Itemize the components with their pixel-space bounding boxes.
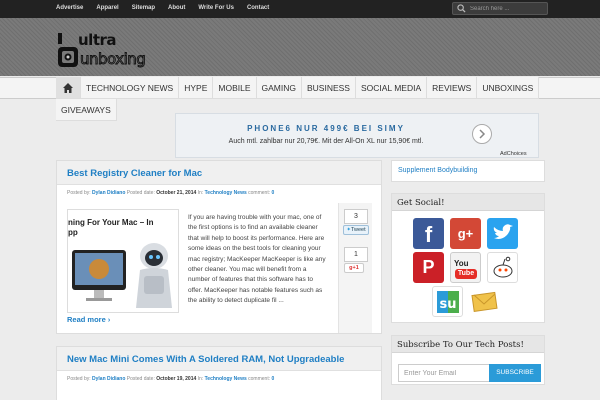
nav-gaming[interactable]: GAMING <box>256 77 302 99</box>
post-title[interactable]: New Mac Mini Comes With A Soldered RAM, … <box>67 354 344 365</box>
logo-text-bottom: unboxing <box>80 50 145 68</box>
post-meta: Posted by: Dylan Didiano Posted date: Oc… <box>67 190 274 196</box>
top-link-apparel[interactable]: Apparel <box>96 5 118 11</box>
mackeeper-illustration <box>72 243 172 308</box>
post-card: Best Registry Cleaner for Mac Posted by:… <box>56 160 382 334</box>
home-icon <box>63 82 73 93</box>
posted-by-label: Posted by: <box>67 376 91 382</box>
post-author[interactable]: Dylan Didiano <box>92 376 125 382</box>
post-meta: Posted by: Dylan Didiano Posted date: Oc… <box>67 376 274 382</box>
widget-header: Get Social! <box>392 194 544 211</box>
email-field[interactable] <box>398 364 490 382</box>
share-column: 3 ✦Tweet 1 g+1 <box>338 203 372 333</box>
comment-count[interactable]: 0 <box>271 376 274 382</box>
read-more-link[interactable]: Read more › <box>67 315 110 324</box>
post-category[interactable]: Technology News <box>205 376 247 382</box>
top-link-about[interactable]: About <box>168 5 185 11</box>
post-thumbnail[interactable]: ning For Your Mac – In pp <box>67 209 179 313</box>
post-date: October 21, 2014 <box>156 190 197 196</box>
post-title[interactable]: Best Registry Cleaner for Mac <box>67 168 202 179</box>
top-link-write-for-us[interactable]: Write For Us <box>198 5 234 11</box>
top-link-advertise[interactable]: Advertise <box>56 5 83 11</box>
comment-label: comment: <box>248 190 271 196</box>
ad-headline: PHONE6 NUR 499€ BEI SIMY <box>247 124 405 133</box>
post-category[interactable]: Technology News <box>205 190 247 196</box>
sidebar-link[interactable]: Supplement Bodybuilding <box>398 167 477 174</box>
nav-giveaways[interactable]: GIVEAWAYS <box>56 99 117 121</box>
top-bar: Advertise Apparel Sitemap About Write Fo… <box>0 0 600 18</box>
sidebar-link-box: Supplement Bodybuilding <box>391 160 545 182</box>
svg-text:su: su <box>440 297 457 312</box>
stumbleupon-logo-icon: su <box>437 291 459 313</box>
widget-title: Subscribe To Our Tech Posts! <box>397 340 524 350</box>
category-label: In: <box>197 190 204 196</box>
posted-date-label: Posted date: <box>126 376 155 382</box>
top-link-contact[interactable]: Contact <box>247 5 269 11</box>
top-link-sitemap[interactable]: Sitemap <box>132 5 155 11</box>
comment-count[interactable]: 0 <box>271 190 274 196</box>
site-header: ultra unboxing <box>0 18 600 76</box>
post-excerpt: If you are having trouble with your mac,… <box>188 214 326 305</box>
twitter-bird-icon <box>493 224 513 239</box>
nav-hype[interactable]: HYPE <box>179 77 214 99</box>
reddit-icon[interactable] <box>487 252 518 283</box>
logo-text-top: ultra <box>78 31 116 49</box>
envelope-icon <box>471 291 498 313</box>
search-input[interactable] <box>470 4 546 14</box>
post-title-bar: Best Registry Cleaner for Mac <box>57 161 381 185</box>
chevron-right-icon: › <box>107 317 111 324</box>
gplus-button[interactable]: g+1 <box>344 263 364 273</box>
nav-social-media[interactable]: SOCIAL MEDIA <box>355 77 428 99</box>
nav-business[interactable]: BUSINESS <box>301 77 356 99</box>
nav-technology-news[interactable]: TECHNOLOGY NEWS <box>81 77 180 99</box>
pinterest-icon[interactable]: P <box>413 252 444 283</box>
top-links: Advertise Apparel Sitemap About Write Fo… <box>56 5 269 11</box>
ad-banner[interactable]: PHONE6 NUR 499€ BEI SIMY Auch mtl. zahlb… <box>175 113 539 158</box>
widget-header: Subscribe To Our Tech Posts! <box>392 336 544 353</box>
post-title-bar: New Mac Mini Comes With A Soldered RAM, … <box>57 347 381 371</box>
tweet-count: 3 <box>344 209 368 224</box>
category-label: In: <box>197 376 204 382</box>
post-author[interactable]: Dylan Didiano <box>92 190 125 196</box>
email-icon[interactable] <box>469 286 500 317</box>
nav-mobile[interactable]: MOBILE <box>213 77 257 99</box>
post-card: New Mac Mini Comes With A Soldered RAM, … <box>56 346 382 400</box>
subscribe-widget: Subscribe To Our Tech Posts! SUBSCRIBE <box>391 335 545 385</box>
adchoices-label[interactable]: AdChoices <box>500 151 527 157</box>
widget-title: Get Social! <box>397 198 445 208</box>
nav-reviews[interactable]: REVIEWS <box>427 77 478 99</box>
gplus-count: 1 <box>344 247 368 262</box>
post-date: October 19, 2014 <box>156 376 197 382</box>
twitter-icon[interactable] <box>487 218 518 249</box>
social-widget: Get Social! f g+ P You Tube su <box>391 193 545 323</box>
facebook-icon[interactable]: f <box>413 218 444 249</box>
ad-next-button[interactable] <box>472 124 492 144</box>
search-icon[interactable] <box>457 4 466 13</box>
tweet-label: Tweet <box>350 227 366 233</box>
ad-subline: Auch mtl. zahlbar nur 20,79€. Mit der Al… <box>228 138 424 145</box>
posted-by-label: Posted by: <box>67 190 91 196</box>
nav-unboxings[interactable]: UNBOXINGS <box>477 77 540 99</box>
reddit-alien-icon <box>493 256 513 278</box>
search-box <box>452 2 548 15</box>
stumbleupon-icon[interactable]: su <box>432 286 463 317</box>
posted-date-label: Posted date: <box>126 190 155 196</box>
comment-label: comment: <box>248 376 271 382</box>
subscribe-button[interactable]: SUBSCRIBE <box>489 364 541 382</box>
chevron-right-icon <box>479 129 486 139</box>
google-plus-icon[interactable]: g+ <box>450 218 481 249</box>
read-more-label: Read more <box>67 315 106 324</box>
tweet-button[interactable]: ✦Tweet <box>343 225 369 235</box>
youtube-icon[interactable]: You Tube <box>450 252 481 283</box>
site-logo[interactable]: ultra unboxing <box>56 28 186 70</box>
nav-home[interactable] <box>56 77 81 99</box>
